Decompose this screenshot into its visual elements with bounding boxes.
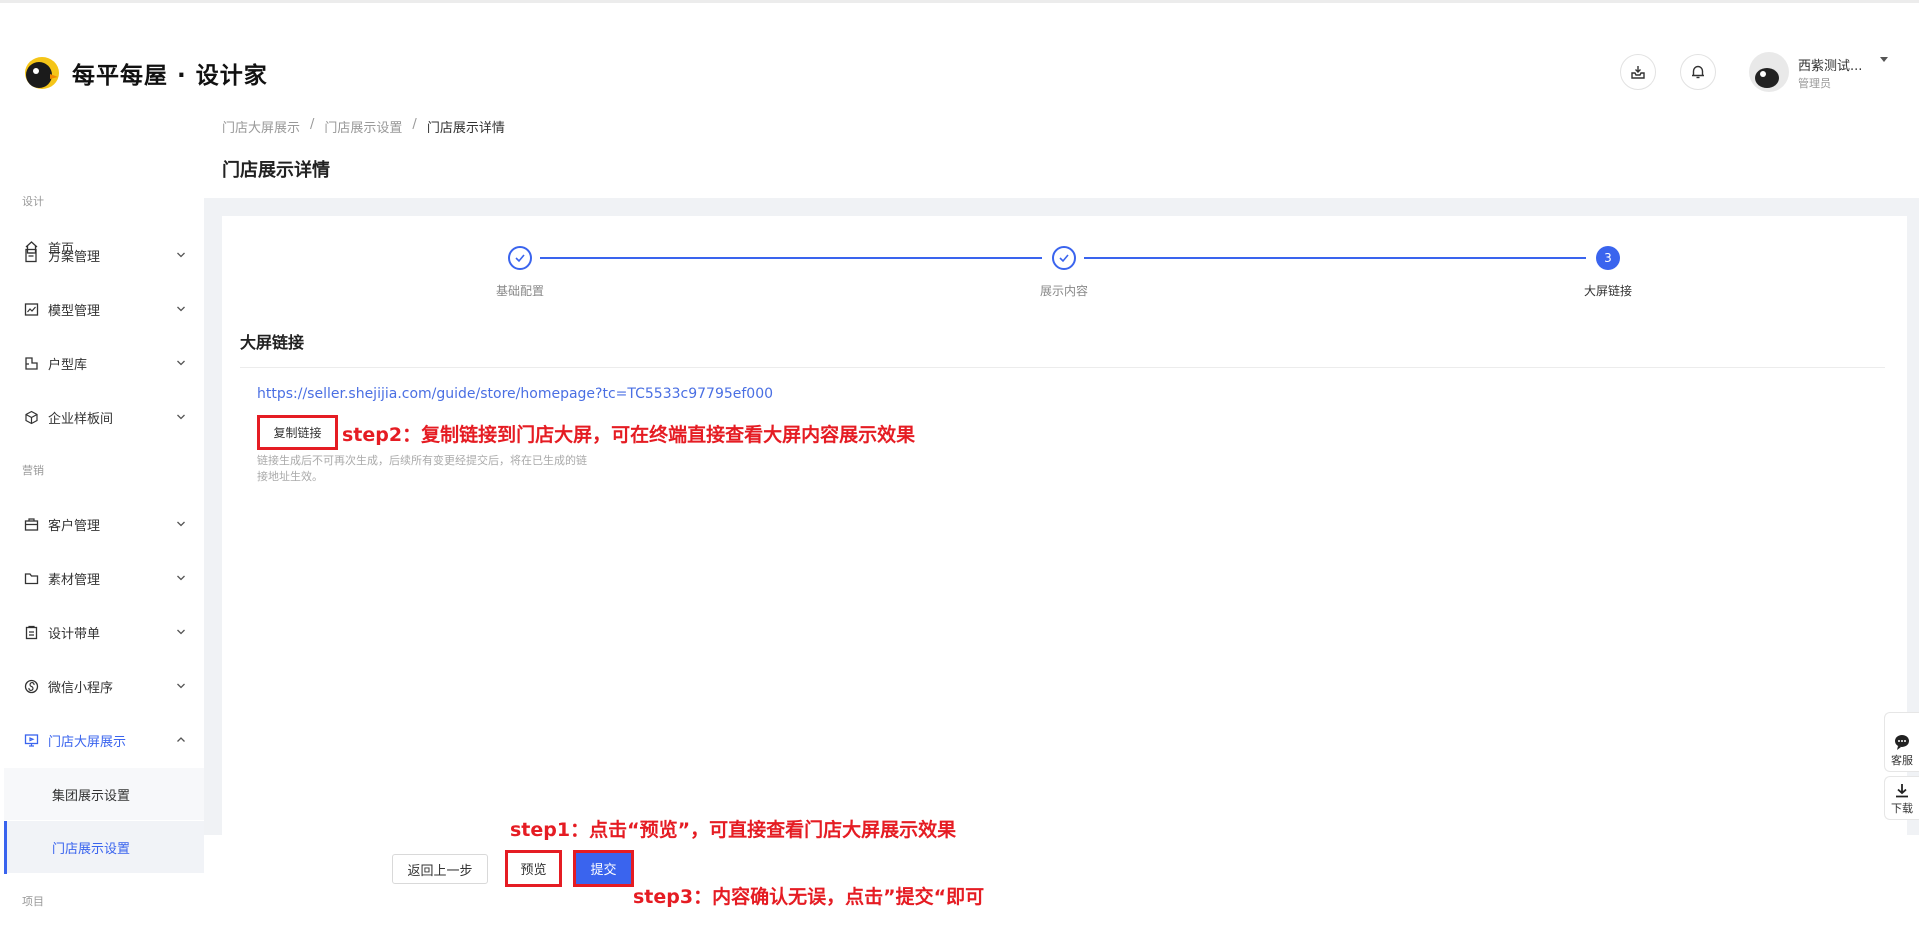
document-icon xyxy=(22,246,40,264)
step-2-check-icon xyxy=(1052,246,1076,270)
section-title: 大屏链接 xyxy=(240,333,305,352)
submit-button[interactable]: 提交 xyxy=(573,850,634,887)
chart-icon xyxy=(22,300,40,318)
chevron-down-icon xyxy=(177,252,185,258)
active-indicator xyxy=(4,821,7,874)
breadcrumb: 门店大屏展示 / 门店展示设置 / 门店展示详情 xyxy=(222,117,505,136)
annotation-step2: step2：复制链接到门店大屏，可在终端直接查看大屏内容展示效果 xyxy=(342,424,916,446)
top-header: 每平每屋 · 设计家 西紫测试... 管理员 xyxy=(0,0,1919,100)
step-2-label: 展示内容 xyxy=(1039,284,1088,298)
step-3-number: 3 xyxy=(1596,246,1620,270)
inbox-icon xyxy=(1631,66,1645,79)
breadcrumb-separator: / xyxy=(310,117,315,132)
avatar[interactable] xyxy=(1749,52,1789,92)
annotation-step1: step1：点击“预览”，可直接查看门店大屏展示效果 xyxy=(510,819,957,841)
step-connector xyxy=(1084,257,1586,259)
sidebar-item-label: 模型管理 xyxy=(48,303,101,319)
user-name[interactable]: 西紫测试... xyxy=(1798,55,1862,74)
brand-logo[interactable]: 每平每屋 · 设计家 xyxy=(22,53,268,93)
chevron-down-icon[interactable] xyxy=(1880,57,1888,62)
sidebar-group-project: 项目 xyxy=(22,895,44,908)
chevron-down-icon xyxy=(177,629,185,635)
annotation-step3: step3：内容确认无误，点击”提交“即可 xyxy=(633,886,985,908)
sidebar-item-mini-program[interactable]: 微信小程序 xyxy=(0,661,204,711)
download-label: 下载 xyxy=(1891,802,1913,815)
sidebar-item-label: 设计带单 xyxy=(48,626,101,642)
folder-icon xyxy=(22,569,40,587)
customer-service-button[interactable]: 客服 xyxy=(1884,712,1919,772)
back-button[interactable]: 返回上一步 xyxy=(392,854,488,884)
screen-link-url[interactable]: https://seller.shejijia.com/guide/store/… xyxy=(257,386,773,402)
breadcrumb-item[interactable]: 门店展示设置 xyxy=(324,117,402,136)
download-button[interactable]: 下载 xyxy=(1884,776,1919,820)
title-bar xyxy=(204,100,1919,198)
chevron-down-icon xyxy=(177,683,185,689)
step-3-label: 大屏链接 xyxy=(1583,284,1632,298)
sidebar-item-label: 微信小程序 xyxy=(48,680,114,696)
bell-icon xyxy=(1692,65,1704,79)
sidebar-item-label: 门店大屏展示 xyxy=(48,734,127,750)
notification-button[interactable] xyxy=(1680,54,1716,90)
step-1-check-icon xyxy=(508,246,532,270)
step-connector xyxy=(540,257,1042,259)
preview-button[interactable]: 预览 xyxy=(505,850,562,887)
stepper: 3 基础配置 展示内容 大屏链接 xyxy=(222,240,1907,300)
sidebar-group-design: 设计 xyxy=(22,195,44,208)
breadcrumb-current: 门店展示详情 xyxy=(426,121,505,136)
page-title: 门店展示详情 xyxy=(222,160,330,181)
chevron-down-icon xyxy=(177,575,185,581)
chat-bubble-icon xyxy=(1895,735,1909,750)
content-card xyxy=(222,216,1907,836)
sidebar-item-store-display[interactable]: 门店大屏展示 xyxy=(0,715,204,765)
sidebar-item-label: 方案管理 xyxy=(48,249,101,265)
mini-program-icon xyxy=(22,677,40,695)
page: 每平每屋 · 设计家 西紫测试... 管理员 首页 设计 方案管理 模型管理 户… xyxy=(0,0,1919,939)
section-divider xyxy=(240,367,1885,368)
inbox-button[interactable] xyxy=(1620,54,1656,90)
sidebar-item-customers[interactable]: 客户管理 xyxy=(0,499,204,549)
sidebar-item-label: 户型库 xyxy=(48,357,88,373)
avatar-image-icon xyxy=(1755,68,1779,88)
chevron-down-icon xyxy=(177,306,185,312)
service-label: 客服 xyxy=(1891,754,1913,767)
monitor-icon xyxy=(22,731,40,749)
sidebar-subitem-store-display[interactable]: 门店展示设置 xyxy=(4,821,204,873)
briefcase-icon xyxy=(22,515,40,533)
step-1-label: 基础配置 xyxy=(495,284,544,298)
breadcrumb-item[interactable]: 门店大屏展示 xyxy=(222,117,300,136)
chevron-down-icon xyxy=(177,360,185,366)
floorplan-icon xyxy=(22,354,40,372)
sidebar-item-materials[interactable]: 素材管理 xyxy=(0,553,204,603)
sidebar-item-label: 企业样板间 xyxy=(48,411,114,427)
chevron-up-icon xyxy=(177,737,185,742)
download-icon xyxy=(1896,784,1908,798)
clipboard-icon xyxy=(22,623,40,641)
sidebar-group-marketing: 营销 xyxy=(22,464,44,477)
user-role: 管理员 xyxy=(1798,77,1831,90)
sidebar-item-models[interactable]: 模型管理 xyxy=(0,284,204,334)
sidebar-item-plans[interactable]: 方案管理 xyxy=(0,230,204,280)
brand-name: 每平每屋 · 设计家 xyxy=(72,63,268,89)
chevron-down-icon xyxy=(177,414,185,420)
breadcrumb-separator: / xyxy=(412,117,417,132)
bird-logo-icon xyxy=(25,57,59,89)
sidebar-item-showrooms[interactable]: 企业样板间 xyxy=(0,392,204,442)
sidebar-subitem-group-display[interactable]: 集团展示设置 xyxy=(4,768,204,820)
sidebar-item-label: 客户管理 xyxy=(48,518,101,534)
cube-icon xyxy=(22,408,40,426)
copy-link-button[interactable]: 复制链接 xyxy=(257,415,338,450)
link-hint-text: 链接生成后不可再次生成，后续所有变更经提交后，将在已生成的链接地址生效。 xyxy=(257,454,587,483)
sidebar-item-design-orders[interactable]: 设计带单 xyxy=(0,607,204,657)
sidebar-item-label: 素材管理 xyxy=(48,572,101,588)
chevron-down-icon xyxy=(177,521,185,527)
sidebar-item-floorplans[interactable]: 户型库 xyxy=(0,338,204,388)
